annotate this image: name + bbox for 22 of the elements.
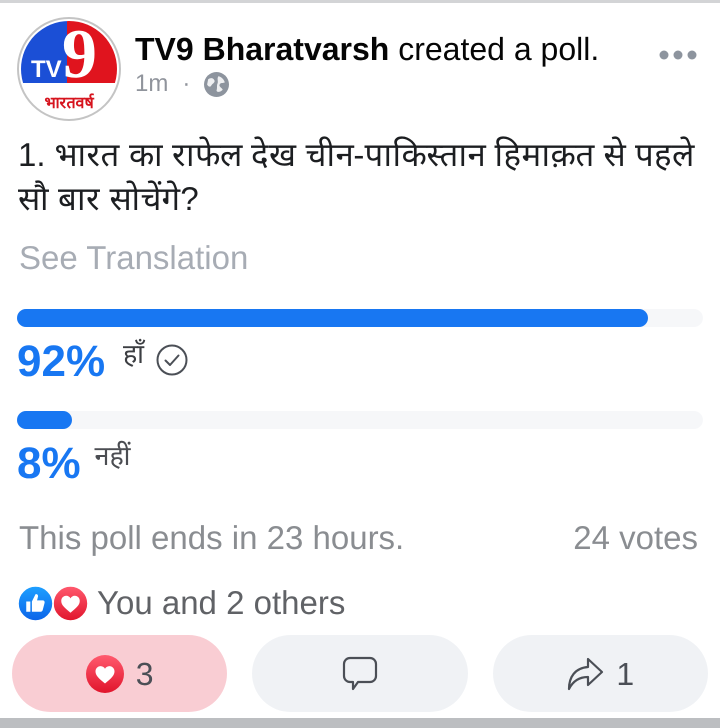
reaction-summary[interactable]: You and 2 others: [97, 578, 346, 628]
love-reaction-icon: [52, 584, 89, 622]
share-icon: [566, 656, 604, 692]
logo-tagline: भारतवर्ष: [44, 95, 94, 112]
like-reaction-icon: [17, 584, 54, 622]
poll-question: 1. भारत का राफेल देख चीन-पाकिस्तान हिमाक़त से पहले सौ बार सोचेंगे?: [18, 135, 696, 219]
share-button[interactable]: 1: [492, 635, 708, 712]
heart-reaction-icon: [86, 654, 124, 692]
more-icon[interactable]: [659, 50, 697, 60]
love-reaction-button[interactable]: 3: [12, 635, 228, 712]
poll-ends-text: This poll ends in 23 hours.: [19, 518, 404, 558]
separator-dot: ·: [182, 69, 190, 99]
poll-percentage: 92%: [17, 336, 106, 388]
poll-percentage: 8%: [17, 438, 81, 490]
globe-icon: [204, 72, 230, 96]
logo-letters: TV: [31, 56, 62, 83]
post-action-text: created a poll.: [398, 31, 600, 67]
poll-option-label[interactable]: नहीं: [94, 438, 131, 474]
vote-count[interactable]: 24 votes: [573, 513, 698, 563]
author-name[interactable]: TV9 Bharatvarsh: [135, 31, 390, 67]
comment-icon: [342, 656, 378, 692]
poll-option-label[interactable]: हाँ: [123, 336, 144, 372]
